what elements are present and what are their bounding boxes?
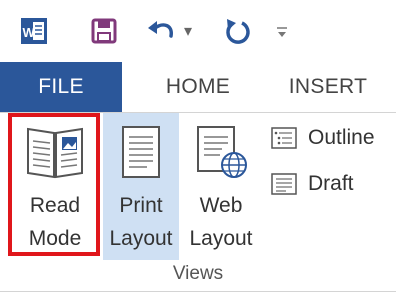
- web-layout-button[interactable]: Web Layout: [181, 113, 261, 260]
- web-layout-icon: [181, 123, 261, 183]
- web-layout-label-line2: Layout: [189, 227, 253, 250]
- read-mode-highlight-box: [8, 113, 100, 256]
- print-layout-label-line1: Print: [119, 194, 163, 217]
- web-layout-label-line1: Web: [199, 194, 243, 217]
- print-layout-label-line2: Layout: [109, 227, 173, 250]
- word-icon[interactable]: W: [14, 12, 54, 50]
- outline-icon: [271, 127, 297, 149]
- tab-insert[interactable]: INSERT: [276, 62, 380, 112]
- draft-icon: [271, 173, 297, 195]
- ribbon-tabs: FILE HOME INSERT: [0, 62, 396, 113]
- tab-home[interactable]: HOME: [148, 62, 248, 112]
- print-layout-icon: [103, 123, 179, 183]
- customize-icon[interactable]: [272, 12, 292, 50]
- undo-icon[interactable]: [142, 12, 180, 50]
- tab-file[interactable]: FILE: [0, 62, 122, 112]
- draft-label: Draft: [308, 172, 354, 195]
- outline-button[interactable]: Outline: [270, 121, 375, 155]
- redo-icon[interactable]: [220, 12, 254, 50]
- save-icon[interactable]: [84, 12, 124, 50]
- views-group: Read Mode Print Layout Web Layout Outlin…: [0, 113, 396, 293]
- undo-dropdown-icon[interactable]: ▾: [180, 12, 196, 50]
- outline-label: Outline: [308, 126, 375, 149]
- print-layout-button[interactable]: Print Layout: [103, 113, 179, 260]
- draft-button[interactable]: Draft: [270, 167, 354, 201]
- group-divider: [0, 291, 396, 292]
- quick-access-toolbar: W ▾: [0, 0, 396, 62]
- svg-text:W: W: [23, 25, 36, 40]
- views-group-label: Views: [172, 263, 224, 284]
